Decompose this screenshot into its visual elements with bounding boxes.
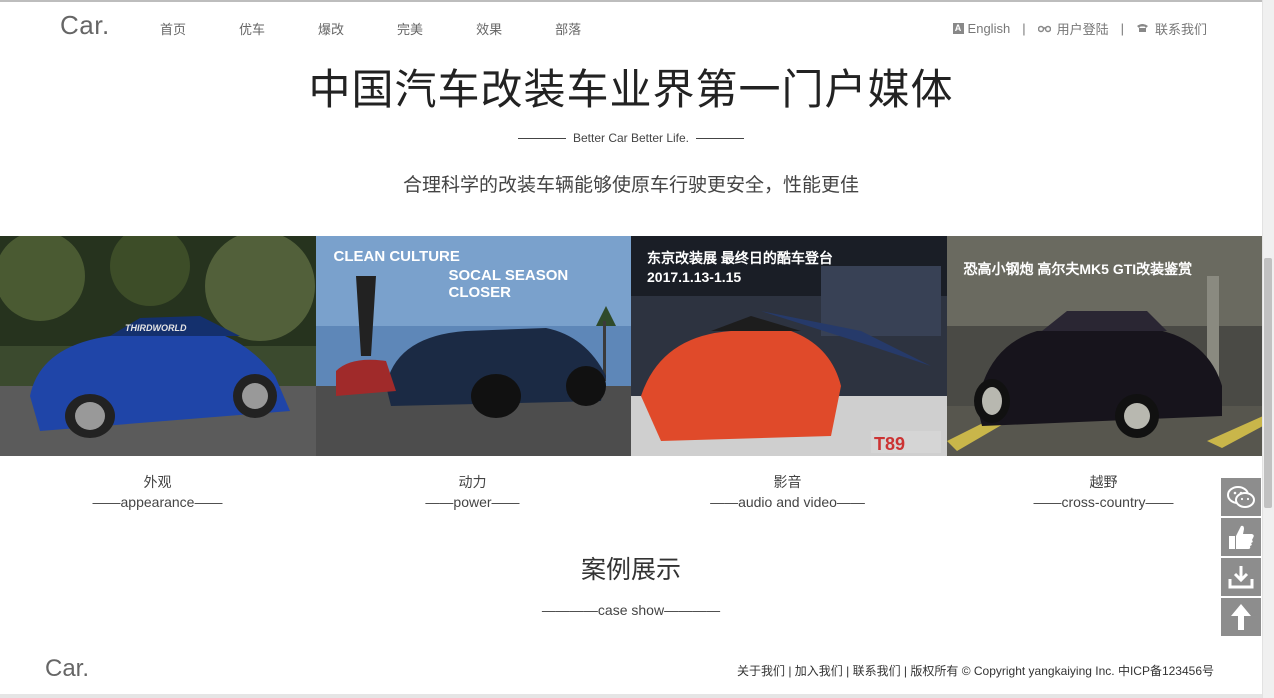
divider-line bbox=[696, 138, 745, 140]
card-overlay-line1: 东京改装展 最终日的酷车登台 bbox=[647, 250, 833, 266]
caption-en: ——audio and video—— bbox=[710, 494, 865, 510]
caption-power: 动力 ——power—— bbox=[315, 472, 630, 510]
arrow-up-icon bbox=[1231, 604, 1251, 630]
download-button[interactable] bbox=[1221, 558, 1261, 596]
back-to-top-button[interactable] bbox=[1221, 598, 1261, 636]
thumbs-up-icon bbox=[1229, 525, 1254, 549]
category-cards: THIRDWORLD CLEAN CULTURE SOCAL SEASON CL… bbox=[0, 236, 1262, 456]
nav-home[interactable]: 首页 bbox=[160, 19, 186, 38]
like-button[interactable] bbox=[1221, 518, 1261, 556]
main-nav: 首页 优车 爆改 完美 效果 部落 bbox=[160, 19, 634, 38]
divider-line bbox=[517, 138, 566, 140]
hero-title: 中国汽车改装车业界第一门户媒体 bbox=[308, 66, 954, 113]
caption-en: ——cross-country—— bbox=[1033, 494, 1174, 510]
case-show-subtitle: ————case show———— bbox=[541, 602, 721, 618]
svg-text:T89: T89 bbox=[874, 434, 905, 454]
nav-baogai[interactable]: 爆改 bbox=[318, 19, 344, 38]
card-overlay-line1: 恐高小钢炮 高尔夫MK5 GTI改装鉴赏 bbox=[963, 261, 1193, 277]
contact-label: 联系我们 bbox=[1154, 22, 1207, 37]
login-link[interactable]: 用户登陆 bbox=[1037, 19, 1109, 38]
bottom-border bbox=[0, 694, 1262, 698]
scrollbar-thumb[interactable] bbox=[1264, 258, 1272, 508]
footer-logo[interactable]: Car. bbox=[45, 655, 89, 683]
card-overlay-line1: CLEAN CULTURE bbox=[333, 248, 460, 265]
download-icon bbox=[1228, 566, 1254, 589]
wechat-button[interactable] bbox=[1221, 478, 1261, 516]
card-cross-country-image[interactable]: 恐高小钢炮 高尔夫MK5 GTI改装鉴赏 bbox=[946, 236, 1262, 456]
caption-audio-video: 影音 ——audio and video—— bbox=[630, 472, 945, 510]
caption-en: ——appearance—— bbox=[92, 494, 223, 510]
nav-youche[interactable]: 优车 bbox=[239, 19, 265, 38]
nav-wanmei[interactable]: 完美 bbox=[397, 19, 423, 38]
nav-buluo[interactable]: 部落 bbox=[555, 19, 581, 38]
login-icon bbox=[1037, 22, 1051, 36]
english-label: English bbox=[967, 21, 1011, 36]
separator: | bbox=[1022, 21, 1026, 36]
card-overlay-line2: SOCAL SEASON CLOSER bbox=[448, 267, 569, 301]
hero-subtitle: Better Car Better Life. bbox=[0, 131, 1262, 145]
hero-description: 合理科学的改装车辆能够使原车行驶更安全，性能更佳 bbox=[402, 175, 859, 196]
wechat-icon bbox=[1227, 486, 1255, 508]
hero-subtitle-text: Better Car Better Life. bbox=[572, 131, 690, 145]
caption-cn: 影音 bbox=[773, 474, 802, 490]
vertical-scrollbar[interactable] bbox=[1262, 0, 1274, 698]
separator: | bbox=[1120, 21, 1124, 36]
card-appearance-image[interactable]: THIRDWORLD bbox=[0, 236, 316, 456]
footer-links[interactable]: 关于我们 | 加入我们 | 联系我们 | 版权所有 © Copyright ya… bbox=[737, 662, 1214, 679]
side-toolbar bbox=[1221, 478, 1261, 638]
phone-icon bbox=[1136, 22, 1149, 36]
english-link[interactable]: A English bbox=[952, 21, 1011, 36]
card-power-image[interactable]: CLEAN CULTURE SOCAL SEASON CLOSER bbox=[315, 236, 631, 456]
case-show-title: 案例展示 bbox=[580, 556, 681, 584]
contact-link[interactable]: 联系我们 bbox=[1136, 19, 1207, 38]
nav-xiaoguo[interactable]: 效果 bbox=[476, 19, 502, 38]
caption-cn: 外观 bbox=[143, 474, 172, 490]
top-border bbox=[0, 0, 1274, 2]
caption-cn: 动力 bbox=[458, 474, 487, 490]
login-label: 用户登陆 bbox=[1056, 22, 1109, 37]
language-icon: A bbox=[952, 23, 964, 34]
caption-cn: 越野 bbox=[1089, 474, 1118, 490]
site-logo[interactable]: Car. bbox=[60, 10, 110, 41]
card-audio-video-image[interactable]: T89 东京改装展 最终日的酷车登台 2017.1.13-1.15 bbox=[631, 236, 947, 456]
caption-en: ——power—— bbox=[425, 494, 520, 510]
caption-cross-country: 越野 ——cross-country—— bbox=[946, 472, 1261, 510]
svg-text:THIRDWORLD: THIRDWORLD bbox=[125, 323, 187, 333]
header-links: A English | 用户登陆 | 联系我们 bbox=[952, 19, 1207, 38]
card-overlay-line2: 2017.1.13-1.15 bbox=[647, 269, 742, 285]
caption-appearance: 外观 ——appearance—— bbox=[0, 472, 315, 510]
